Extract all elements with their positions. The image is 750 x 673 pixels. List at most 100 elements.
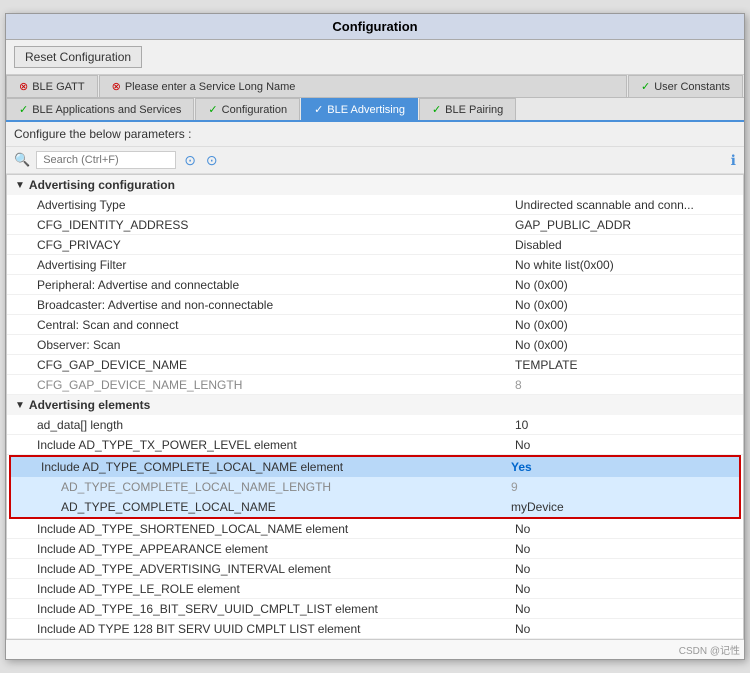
param-cfg-identity-address: CFG_IDENTITY_ADDRESS GAP_PUBLIC_ADDR <box>7 215 743 235</box>
param-cfg-gap-device-name-length-value: 8 <box>515 378 735 392</box>
tabs-row2: ✓ BLE Applications and Services ✓ Config… <box>6 98 744 122</box>
param-observer-scan: Observer: Scan No (0x00) <box>7 335 743 355</box>
param-cfg-gap-device-name: CFG_GAP_DEVICE_NAME TEMPLATE <box>7 355 743 375</box>
param-complete-local-name-length-value: 9 <box>511 480 731 494</box>
tab-user-constants-label: User Constants <box>654 81 730 93</box>
param-include-appearance-name: Include AD_TYPE_APPEARANCE element <box>37 542 515 556</box>
param-include-le-role-name: Include AD_TYPE_LE_ROLE element <box>37 582 515 596</box>
param-central-scan-value: No (0x00) <box>515 318 735 332</box>
param-complete-local-name-length: AD_TYPE_COMPLETE_LOCAL_NAME_LENGTH 9 <box>11 477 739 497</box>
tabs-row1: ⊗ BLE GATT ⊗ Please enter a Service Long… <box>6 75 744 98</box>
error-icon-ble-gatt: ⊗ <box>19 80 28 93</box>
param-include-advertising-interval-name: Include AD_TYPE_ADVERTISING_INTERVAL ele… <box>37 562 515 576</box>
ok-icon-user-constants: ✓ <box>641 80 650 93</box>
param-include-128bit-serv-uuid-value: No <box>515 622 735 636</box>
param-cfg-privacy-value: Disabled <box>515 238 735 252</box>
param-include-shortened-local-name-value: No <box>515 522 735 536</box>
highlighted-group: Include AD_TYPE_COMPLETE_LOCAL_NAME elem… <box>9 455 741 519</box>
param-include-128bit-serv-uuid-name: Include AD TYPE 128 BIT SERV UUID CMPLT … <box>37 622 515 636</box>
param-complete-local-name-name: AD_TYPE_COMPLETE_LOCAL_NAME <box>61 500 511 514</box>
param-include-advertising-interval: Include AD_TYPE_ADVERTISING_INTERVAL ele… <box>7 559 743 579</box>
tab-configuration[interactable]: ✓ Configuration <box>195 98 300 120</box>
param-broadcaster-advertise: Broadcaster: Advertise and non-connectab… <box>7 295 743 315</box>
info-icon: ℹ <box>731 152 736 169</box>
tab-ble-gatt[interactable]: ⊗ BLE GATT <box>6 75 98 97</box>
param-cfg-privacy: CFG_PRIVACY Disabled <box>7 235 743 255</box>
section-advertising-configuration-label: Advertising configuration <box>29 178 175 192</box>
param-include-16bit-serv-uuid: Include AD_TYPE_16_BIT_SERV_UUID_CMPLT_L… <box>7 599 743 619</box>
param-broadcaster-advertise-name: Broadcaster: Advertise and non-connectab… <box>37 298 515 312</box>
content-area: ▼ Advertising configuration Advertising … <box>6 174 744 640</box>
param-observer-scan-name: Observer: Scan <box>37 338 515 352</box>
param-include-16bit-serv-uuid-value: No <box>515 602 735 616</box>
param-include-complete-local-name: Include AD_TYPE_COMPLETE_LOCAL_NAME elem… <box>11 457 739 477</box>
param-advertising-filter-name: Advertising Filter <box>37 258 515 272</box>
tab-ble-gatt-label: BLE GATT <box>32 81 84 93</box>
ok-icon-ble-pairing: ✓ <box>432 103 441 116</box>
param-cfg-gap-device-name-value: TEMPLATE <box>515 358 735 372</box>
tab-ble-pairing-label: BLE Pairing <box>445 104 503 116</box>
param-include-complete-local-name-value: Yes <box>511 460 731 474</box>
param-peripheral-advertise-name: Peripheral: Advertise and connectable <box>37 278 515 292</box>
section-arrow-adv-config: ▼ <box>15 180 25 191</box>
param-include-advertising-interval-value: No <box>515 562 735 576</box>
configure-label: Configure the below parameters : <box>6 122 744 147</box>
tab-service-long-name[interactable]: ⊗ Please enter a Service Long Name <box>99 75 627 97</box>
section-advertising-elements-label: Advertising elements <box>29 398 150 412</box>
param-include-tx-power-name: Include AD_TYPE_TX_POWER_LEVEL element <box>37 438 515 452</box>
param-complete-local-name: AD_TYPE_COMPLETE_LOCAL_NAME myDevice <box>11 497 739 517</box>
param-cfg-identity-address-name: CFG_IDENTITY_ADDRESS <box>37 218 515 232</box>
param-ad-data-length-name: ad_data[] length <box>37 418 515 432</box>
next-button[interactable]: ⊙ <box>204 152 220 169</box>
param-include-appearance: Include AD_TYPE_APPEARANCE element No <box>7 539 743 559</box>
param-include-shortened-local-name: Include AD_TYPE_SHORTENED_LOCAL_NAME ele… <box>7 519 743 539</box>
param-include-tx-power: Include AD_TYPE_TX_POWER_LEVEL element N… <box>7 435 743 455</box>
error-icon-service: ⊗ <box>112 80 121 93</box>
window-title: Configuration <box>332 19 417 34</box>
section-arrow-adv-elements: ▼ <box>15 400 25 411</box>
param-central-scan-name: Central: Scan and connect <box>37 318 515 332</box>
ok-icon-configuration: ✓ <box>208 103 217 116</box>
param-peripheral-advertise: Peripheral: Advertise and connectable No… <box>7 275 743 295</box>
tab-user-constants[interactable]: ✓ User Constants <box>628 75 743 97</box>
param-cfg-gap-device-name-name: CFG_GAP_DEVICE_NAME <box>37 358 515 372</box>
param-ad-data-length: ad_data[] length 10 <box>7 415 743 435</box>
param-advertising-filter-value: No white list(0x00) <box>515 258 735 272</box>
search-input[interactable] <box>36 151 176 169</box>
main-window: Configuration Reset Configuration ⊗ BLE … <box>5 13 745 660</box>
param-cfg-identity-address-value: GAP_PUBLIC_ADDR <box>515 218 735 232</box>
tab-ble-pairing[interactable]: ✓ BLE Pairing <box>419 98 516 120</box>
param-include-shortened-local-name-name: Include AD_TYPE_SHORTENED_LOCAL_NAME ele… <box>37 522 515 536</box>
reset-configuration-button[interactable]: Reset Configuration <box>14 46 142 68</box>
tab-ble-applications[interactable]: ✓ BLE Applications and Services <box>6 98 194 120</box>
param-advertising-type: Advertising Type Undirected scannable an… <box>7 195 743 215</box>
param-include-le-role-value: No <box>515 582 735 596</box>
param-include-128bit-serv-uuid: Include AD TYPE 128 BIT SERV UUID CMPLT … <box>7 619 743 639</box>
section-advertising-configuration[interactable]: ▼ Advertising configuration <box>7 175 743 195</box>
param-complete-local-name-value: myDevice <box>511 500 731 514</box>
tab-service-long-name-label: Please enter a Service Long Name <box>125 81 296 93</box>
section-advertising-elements[interactable]: ▼ Advertising elements <box>7 395 743 415</box>
title-bar: Configuration <box>6 14 744 40</box>
param-advertising-type-name: Advertising Type <box>37 198 515 212</box>
param-include-tx-power-value: No <box>515 438 735 452</box>
param-include-complete-local-name-name: Include AD_TYPE_COMPLETE_LOCAL_NAME elem… <box>41 460 511 474</box>
tab-ble-advertising[interactable]: ✓ BLE Advertising <box>301 98 418 120</box>
ok-icon-ble-applications: ✓ <box>19 103 28 116</box>
param-broadcaster-advertise-value: No (0x00) <box>515 298 735 312</box>
param-advertising-filter: Advertising Filter No white list(0x00) <box>7 255 743 275</box>
param-peripheral-advertise-value: No (0x00) <box>515 278 735 292</box>
tab-ble-advertising-label: BLE Advertising <box>327 104 405 116</box>
param-cfg-privacy-name: CFG_PRIVACY <box>37 238 515 252</box>
param-include-appearance-value: No <box>515 542 735 556</box>
ok-icon-ble-advertising: ✓ <box>314 103 323 116</box>
search-icon: 🔍 <box>14 152 30 168</box>
prev-button[interactable]: ⊙ <box>182 152 198 169</box>
param-ad-data-length-value: 10 <box>515 418 735 432</box>
tab-configuration-label: Configuration <box>222 104 287 116</box>
search-row: 🔍 ⊙ ⊙ ℹ <box>6 147 744 174</box>
param-cfg-gap-device-name-length-name: CFG_GAP_DEVICE_NAME_LENGTH <box>37 378 515 392</box>
toolbar: Reset Configuration <box>6 40 744 75</box>
param-cfg-gap-device-name-length: CFG_GAP_DEVICE_NAME_LENGTH 8 <box>7 375 743 395</box>
tab-ble-applications-label: BLE Applications and Services <box>32 104 181 116</box>
